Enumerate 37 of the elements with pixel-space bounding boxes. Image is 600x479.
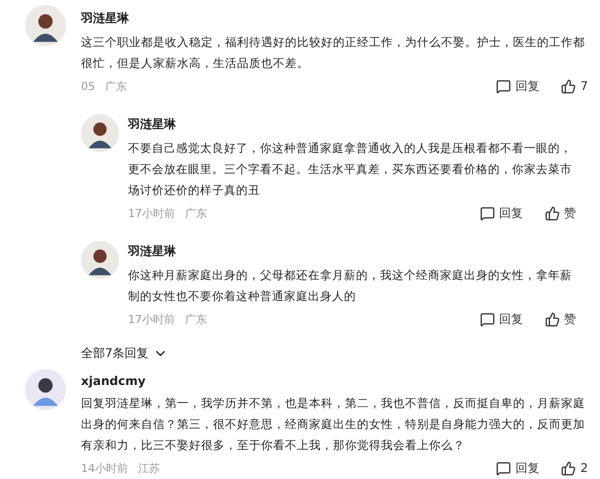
timestamp: 17小时前 bbox=[128, 312, 175, 326]
more-replies-button[interactable]: 全部7条回复 bbox=[81, 345, 168, 362]
avatar bbox=[25, 369, 66, 410]
timestamp: 14小时前 bbox=[81, 460, 128, 476]
reply-button[interactable]: 回复 bbox=[480, 204, 523, 222]
like-button[interactable]: 2 bbox=[561, 460, 588, 476]
like-button[interactable]: 赞 bbox=[545, 204, 576, 222]
comment-icon bbox=[480, 312, 495, 326]
like-button[interactable]: 赞 bbox=[545, 310, 576, 328]
location: 广东 bbox=[185, 312, 207, 326]
thumbs-up-icon bbox=[561, 460, 576, 476]
comment-icon bbox=[496, 460, 512, 476]
reply-button[interactable]: 回复 bbox=[496, 78, 540, 94]
reply-button[interactable]: 回复 bbox=[496, 460, 540, 476]
thumbs-up-icon bbox=[545, 206, 560, 220]
timestamp: 17小时前 bbox=[128, 206, 175, 220]
author-name[interactable]: 羽涟星琳 bbox=[128, 243, 576, 260]
timestamp: 05 bbox=[81, 80, 95, 92]
avatar bbox=[81, 241, 119, 279]
comment-text: 不要自己感觉太良好了，你这种普通家庭拿普通收入的人我是压根看都不看一眼的，更不会放在眼里。三个字看不起。生活水平真差，买东西还要看价格的，你家去菜市场讨价还价的样子真的丑 bbox=[128, 140, 573, 199]
comment-text: 你这种月薪家庭出身的，父母都还在拿月薪的，我这个经商家庭出身的女性，拿年薪制的女性也不要你着这种普通家庭出身人的 bbox=[128, 267, 573, 305]
avatar bbox=[81, 114, 119, 152]
thumbs-up-icon bbox=[561, 78, 576, 94]
author-name[interactable]: 羽涟星琳 bbox=[81, 10, 588, 27]
location: 江苏 bbox=[138, 460, 160, 476]
like-button[interactable]: 7 bbox=[561, 78, 588, 94]
comment-icon bbox=[480, 206, 495, 220]
author-name[interactable]: 羽涟星琳 bbox=[128, 116, 576, 133]
reply-button[interactable]: 回复 bbox=[480, 310, 523, 328]
author-name[interactable]: xjandcmy bbox=[81, 374, 588, 388]
comment-icon bbox=[496, 78, 512, 94]
location: 广东 bbox=[105, 78, 127, 94]
location: 广东 bbox=[185, 206, 207, 220]
avatar bbox=[25, 5, 66, 46]
comment-text: 回复羽涟星琳，第一，我学历并不第，也是本科，第二，我也不普信，反而挺自卑的，月薪家庭出身的何来自信？第三，很不好意思，经商家庭出生的女性，特别是自身能力强大的，反而更加有亲和力，比三不娶好很多，至于你看不上我，那你觉得我会看上你么？ bbox=[81, 395, 586, 454]
comment-text: 这三个职业都是收入稳定，福利待遇好的比较好的正经工作，为什么不娶。护士，医生的工作都很忙，但是人家薪水高，生活品质也不差。 bbox=[81, 34, 586, 72]
thumbs-up-icon bbox=[545, 312, 560, 326]
